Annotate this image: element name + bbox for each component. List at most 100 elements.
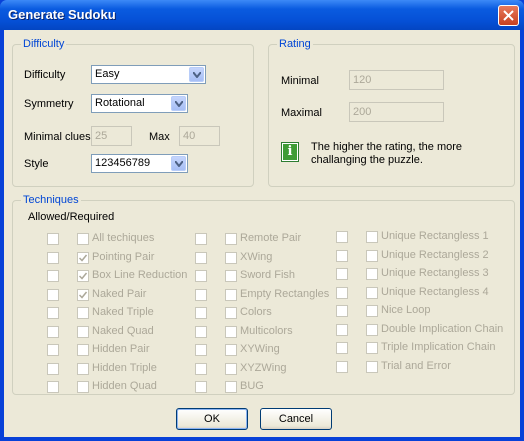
- required-checkbox[interactable]: [47, 344, 59, 356]
- technique-label: Colors: [240, 306, 272, 318]
- required-checkbox[interactable]: [336, 342, 348, 354]
- allowed-checkbox[interactable]: [225, 362, 237, 375]
- allowed-checkbox[interactable]: [366, 360, 378, 373]
- allowed-checkbox[interactable]: [225, 344, 237, 356]
- required-checkbox[interactable]: [336, 249, 348, 262]
- allowed-checkbox[interactable]: [366, 268, 378, 280]
- required-checkbox[interactable]: [47, 325, 59, 338]
- allowed-checkbox[interactable]: [366, 286, 378, 299]
- required-checkbox[interactable]: [336, 231, 348, 243]
- required-checkbox[interactable]: [195, 251, 207, 264]
- technique-label: XWing: [240, 250, 273, 263]
- style-select-value: 123456789: [95, 157, 151, 169]
- rating-minimal-field[interactable]: 120: [349, 70, 444, 90]
- allowed-checkbox[interactable]: [77, 270, 89, 282]
- allowed-checkbox[interactable]: [77, 251, 89, 264]
- technique-label: Triple Implication Chain: [381, 341, 496, 353]
- allowed-checkbox[interactable]: [366, 231, 378, 243]
- allowed-checkbox[interactable]: [77, 381, 89, 393]
- required-checkbox[interactable]: [336, 323, 348, 336]
- allowed-checkbox[interactable]: [225, 381, 237, 393]
- difficulty-select[interactable]: Easy: [91, 65, 206, 84]
- close-button[interactable]: [498, 5, 519, 26]
- allowed-checkbox[interactable]: [77, 344, 89, 356]
- technique-label: Double Implication Chain: [381, 322, 504, 335]
- info-icon: i: [281, 142, 299, 162]
- max-clues-field[interactable]: 40: [179, 126, 220, 146]
- allowed-checkbox[interactable]: [225, 325, 237, 338]
- allowed-checkbox[interactable]: [77, 233, 89, 245]
- required-checkbox[interactable]: [195, 325, 207, 338]
- dialog-window: Generate Sudoku Difficulty Difficulty Ea…: [0, 0, 524, 441]
- required-checkbox[interactable]: [47, 251, 59, 264]
- rating-maximal-value: 200: [353, 106, 372, 118]
- technique-label: Naked Quad: [92, 324, 154, 337]
- technique-label: XYZWing: [240, 361, 287, 374]
- rating-maximal-label: Maximal: [281, 107, 322, 119]
- cancel-button[interactable]: Cancel: [260, 408, 332, 430]
- required-checkbox[interactable]: [195, 288, 207, 301]
- required-checkbox[interactable]: [336, 286, 348, 299]
- required-checkbox[interactable]: [336, 360, 348, 373]
- window-title: Generate Sudoku: [8, 7, 116, 22]
- allowed-checkbox[interactable]: [225, 233, 237, 245]
- chevron-down-icon[interactable]: [171, 96, 186, 111]
- rating-maximal-field[interactable]: 200: [349, 102, 444, 122]
- required-checkbox[interactable]: [195, 362, 207, 375]
- technique-label: All techiques: [92, 232, 155, 244]
- technique-label: Trial and Error: [381, 359, 451, 372]
- technique-label: Naked Triple: [92, 306, 154, 318]
- required-checkbox[interactable]: [195, 233, 207, 245]
- symmetry-select[interactable]: Rotational: [91, 94, 188, 113]
- symmetry-label: Symmetry: [24, 98, 74, 110]
- technique-label: Remote Pair: [240, 232, 302, 244]
- technique-label: Naked Pair: [92, 287, 147, 300]
- dialog-client-area: Difficulty Difficulty Easy Symmetry Rota…: [4, 30, 520, 437]
- difficulty-group: Difficulty Difficulty Easy Symmetry Rota…: [12, 38, 254, 187]
- technique-label: Empty Rectangles: [240, 287, 330, 300]
- required-checkbox[interactable]: [195, 307, 207, 319]
- allowed-required-header: Allowed/Required: [28, 211, 115, 223]
- style-label: Style: [24, 158, 49, 170]
- allowed-checkbox[interactable]: [225, 251, 237, 264]
- required-checkbox[interactable]: [336, 305, 348, 317]
- allowed-checkbox[interactable]: [77, 288, 89, 301]
- technique-label: Nice Loop: [381, 304, 431, 316]
- allowed-checkbox[interactable]: [366, 305, 378, 317]
- allowed-checkbox[interactable]: [225, 307, 237, 319]
- allowed-checkbox[interactable]: [225, 288, 237, 301]
- ok-button[interactable]: OK: [176, 408, 248, 430]
- style-select[interactable]: 123456789: [91, 154, 188, 173]
- allowed-checkbox[interactable]: [77, 307, 89, 319]
- chevron-down-icon[interactable]: [171, 156, 186, 171]
- required-checkbox[interactable]: [47, 307, 59, 319]
- min-clues-value: 25: [95, 130, 108, 142]
- required-checkbox[interactable]: [47, 381, 59, 393]
- allowed-checkbox[interactable]: [366, 323, 378, 336]
- required-checkbox[interactable]: [47, 288, 59, 301]
- allowed-checkbox[interactable]: [225, 270, 237, 282]
- max-clues-value: 40: [183, 130, 196, 142]
- required-checkbox[interactable]: [195, 344, 207, 356]
- technique-label: Unique Rectangless 3: [381, 267, 489, 279]
- difficulty-group-legend: Difficulty: [21, 38, 67, 50]
- required-checkbox[interactable]: [195, 381, 207, 393]
- rating-info-text: The higher the rating, the more challang…: [311, 141, 463, 166]
- required-checkbox[interactable]: [47, 362, 59, 375]
- technique-label: Unique Rectangless 2: [381, 248, 489, 261]
- techniques-group-legend: Techniques: [21, 194, 81, 206]
- max-clues-label: Max: [149, 131, 170, 143]
- required-checkbox[interactable]: [336, 268, 348, 280]
- allowed-checkbox[interactable]: [366, 342, 378, 354]
- allowed-checkbox[interactable]: [77, 362, 89, 375]
- min-clues-label: Minimal clues: [24, 131, 91, 143]
- title-bar[interactable]: Generate Sudoku: [0, 0, 524, 30]
- allowed-checkbox[interactable]: [77, 325, 89, 338]
- min-clues-field[interactable]: 25: [91, 126, 132, 146]
- required-checkbox[interactable]: [47, 233, 59, 245]
- allowed-checkbox[interactable]: [366, 249, 378, 262]
- required-checkbox[interactable]: [47, 270, 59, 282]
- required-checkbox[interactable]: [195, 270, 207, 282]
- technique-label: Hidden Pair: [92, 343, 150, 355]
- chevron-down-icon[interactable]: [189, 67, 204, 82]
